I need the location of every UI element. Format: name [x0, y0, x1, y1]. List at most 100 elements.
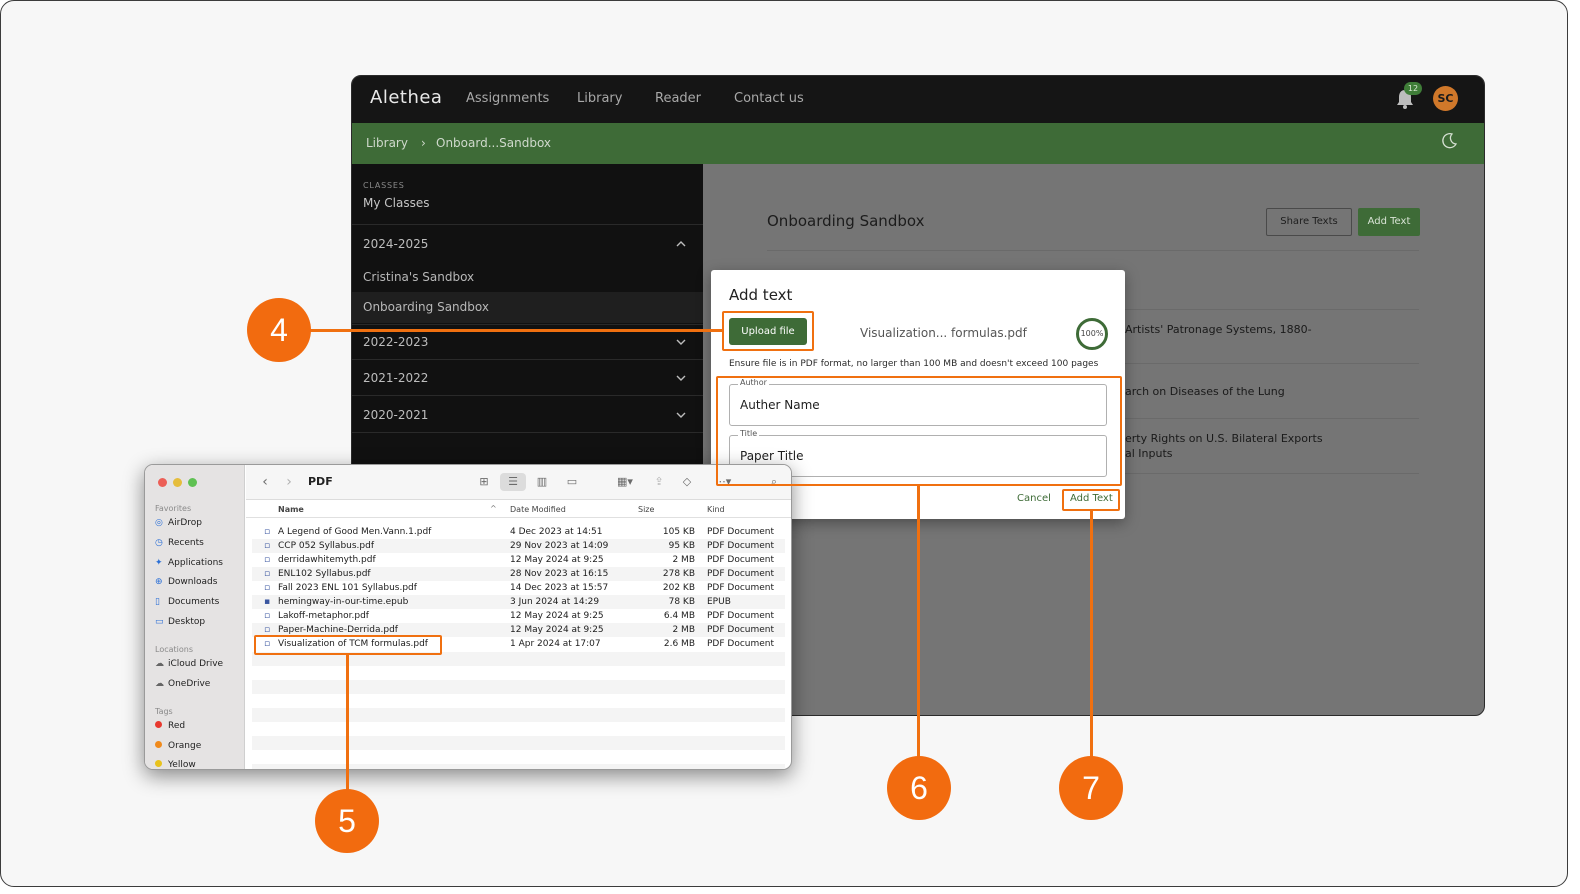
empty-row — [252, 680, 785, 694]
annotation-connector — [346, 655, 349, 790]
tags-heading: Tags — [155, 707, 173, 716]
file-icon: ▪ — [264, 597, 271, 607]
sidebar-icloud-drive[interactable]: ☁ iCloud Drive — [155, 659, 223, 669]
column-view-icon[interactable]: ▥ — [534, 473, 550, 491]
file-row[interactable]: ▫ ENL102 Syllabus.pdf 28 Nov 2023 at 16:15… — [252, 567, 785, 581]
tag-label: Red — [168, 721, 186, 731]
sidebar-onedrive[interactable]: ☁ OneDrive — [155, 679, 210, 689]
tag-icon[interactable]: ◇ — [680, 473, 694, 491]
document-icon: ▯ — [155, 597, 160, 607]
annotation-marker-5: 5 — [315, 789, 379, 853]
nav-assignments[interactable]: Assignments — [466, 91, 549, 106]
sidebar-desktop[interactable]: ▭ Desktop — [155, 617, 205, 627]
add-text-button[interactable]: Add Text — [1358, 208, 1420, 236]
finder-window: Favorites ◎ AirDrop ◷ Recents ✦ Application… — [144, 464, 792, 770]
file-row[interactable]: ▫ Lakoff-metaphor.pdf 12 May 2024 at 9:25 6… — [252, 609, 785, 623]
moon-icon[interactable] — [1440, 132, 1458, 150]
favorites-heading: Favorites — [155, 504, 192, 513]
tag-label: Orange — [168, 741, 202, 751]
sidebar-label: Downloads — [168, 577, 218, 587]
sidebar-downloads[interactable]: ⊕ Downloads — [155, 577, 217, 587]
file-kind: PDF Document — [707, 639, 775, 649]
breadcrumb-library[interactable]: Library — [366, 136, 408, 150]
sidebar-documents[interactable]: ▯ Documents — [155, 597, 219, 607]
nav-library[interactable]: Library — [577, 91, 622, 106]
file-row[interactable]: ▫ CCP 052 Syllabus.pdf 29 Nov 2023 at 14:0… — [252, 539, 785, 553]
back-icon[interactable]: ‹ — [258, 473, 272, 491]
my-classes-link[interactable]: My Classes — [363, 196, 429, 210]
file-size: 2.6 MB — [663, 639, 695, 649]
file-row[interactable]: ▫ Fall 2023 ENL 101 Syllabus.pdf 14 Dec 20… — [252, 581, 785, 595]
document-title[interactable]: Artists' Patronage Systems, 1880- — [1125, 322, 1312, 337]
file-icon: ▫ — [264, 541, 271, 551]
sidebar-label: OneDrive — [168, 679, 211, 689]
column-date-modified[interactable]: Date Modified — [510, 505, 566, 514]
zoom-window-button[interactable] — [188, 478, 197, 487]
gallery-view-icon[interactable]: ▭ — [564, 473, 580, 491]
clock-icon: ◷ — [155, 538, 163, 548]
file-row[interactable]: ▫ derridawhitemyth.pdf 12 May 2024 at 9:25… — [252, 553, 785, 567]
file-icon: ▫ — [264, 583, 271, 593]
year-2021-2022[interactable]: 2021-2022 — [363, 371, 428, 385]
document-title[interactable]: al Inputs — [1125, 446, 1173, 461]
annotation-marker-6: 6 — [887, 756, 951, 820]
sidebar-airdrop[interactable]: ◎ AirDrop — [155, 518, 202, 528]
file-kind: PDF Document — [707, 541, 775, 551]
file-date: 12 May 2024 at 9:25 — [510, 625, 604, 635]
forward-icon[interactable]: › — [282, 473, 296, 491]
icon-view-icon[interactable]: ⊞ — [476, 473, 492, 491]
uploaded-filename: Visualization... formulas.pdf — [860, 326, 1027, 340]
file-name: Fall 2023 ENL 101 Syllabus.pdf — [278, 583, 417, 593]
file-name: ENL102 Syllabus.pdf — [278, 569, 371, 579]
chevron-down-icon[interactable] — [675, 336, 687, 348]
finder-column-header: Name ^ Date Modified Size Kind — [246, 501, 791, 518]
year-2022-2023[interactable]: 2022-2023 — [363, 335, 428, 349]
divider — [352, 395, 703, 396]
year-2024-2025[interactable]: 2024-2025 — [363, 237, 428, 251]
document-title[interactable]: arch on Diseases of the Lung — [1125, 384, 1285, 399]
cancel-button[interactable]: Cancel — [1017, 493, 1051, 504]
user-avatar[interactable]: SC — [1433, 86, 1458, 111]
minimize-window-button[interactable] — [173, 478, 182, 487]
file-name: hemingway-in-our-time.epub — [278, 597, 409, 607]
divider — [352, 359, 703, 360]
sidebar-label: Documents — [168, 597, 220, 607]
share-texts-button[interactable]: Share Texts — [1266, 208, 1352, 236]
column-name[interactable]: Name — [278, 505, 304, 514]
annotation-connector — [917, 486, 920, 757]
tag-yellow[interactable]: Yellow — [155, 760, 196, 770]
file-size: 278 KB — [662, 569, 695, 579]
red-tag-dot — [155, 721, 162, 728]
sidebar-applications[interactable]: ✦ Applications — [155, 558, 223, 568]
file-row[interactable]: ▪ hemingway-in-our-time.epub 3 Jun 2024 at… — [252, 595, 785, 609]
cloud-icon: ☁ — [155, 679, 164, 689]
file-name: A Legend of Good Men.Vann.1.pdf — [278, 527, 432, 537]
locations-heading: Locations — [155, 645, 194, 654]
class-onboarding-sandbox[interactable]: Onboarding Sandbox — [363, 300, 489, 314]
file-date: 4 Dec 2023 at 14:51 — [510, 527, 603, 537]
column-kind[interactable]: Kind — [707, 505, 725, 514]
document-title[interactable]: erty Rights on U.S. Bilateral Exports — [1125, 431, 1323, 446]
list-view-icon[interactable]: ☰ — [500, 473, 526, 491]
chevron-down-icon[interactable] — [675, 409, 687, 421]
sidebar-label: Recents — [168, 538, 204, 548]
column-size[interactable]: Size — [638, 505, 654, 514]
year-2020-2021[interactable]: 2020-2021 — [363, 408, 428, 422]
finder-toolbar: ‹ › PDF ⊞ ☰ ▥ ▭ ▦▾ ⇪ ◇ ⋯▾ ⌕ — [246, 465, 791, 500]
group-by-icon[interactable]: ▦▾ — [612, 473, 638, 491]
chevron-up-icon[interactable] — [675, 238, 687, 250]
notification-badge: 12 — [1404, 82, 1422, 95]
close-window-button[interactable] — [158, 478, 167, 487]
nav-contact-us[interactable]: Contact us — [734, 91, 804, 106]
tag-label: Yellow — [168, 760, 196, 770]
nav-reader[interactable]: Reader — [655, 91, 701, 106]
tag-orange[interactable]: Orange — [155, 741, 201, 751]
share-icon[interactable]: ⇪ — [652, 473, 666, 491]
file-row[interactable]: ▫ A Legend of Good Men.Vann.1.pdf 4 Dec 20… — [252, 525, 785, 539]
sidebar-recents[interactable]: ◷ Recents — [155, 538, 204, 548]
file-icon: ▫ — [264, 555, 271, 565]
class-cristinas-sandbox[interactable]: Cristina's Sandbox — [363, 270, 474, 284]
chevron-down-icon[interactable] — [675, 372, 687, 384]
brand-logo[interactable]: Alethea — [370, 87, 442, 108]
tag-red[interactable]: Red — [155, 721, 185, 731]
